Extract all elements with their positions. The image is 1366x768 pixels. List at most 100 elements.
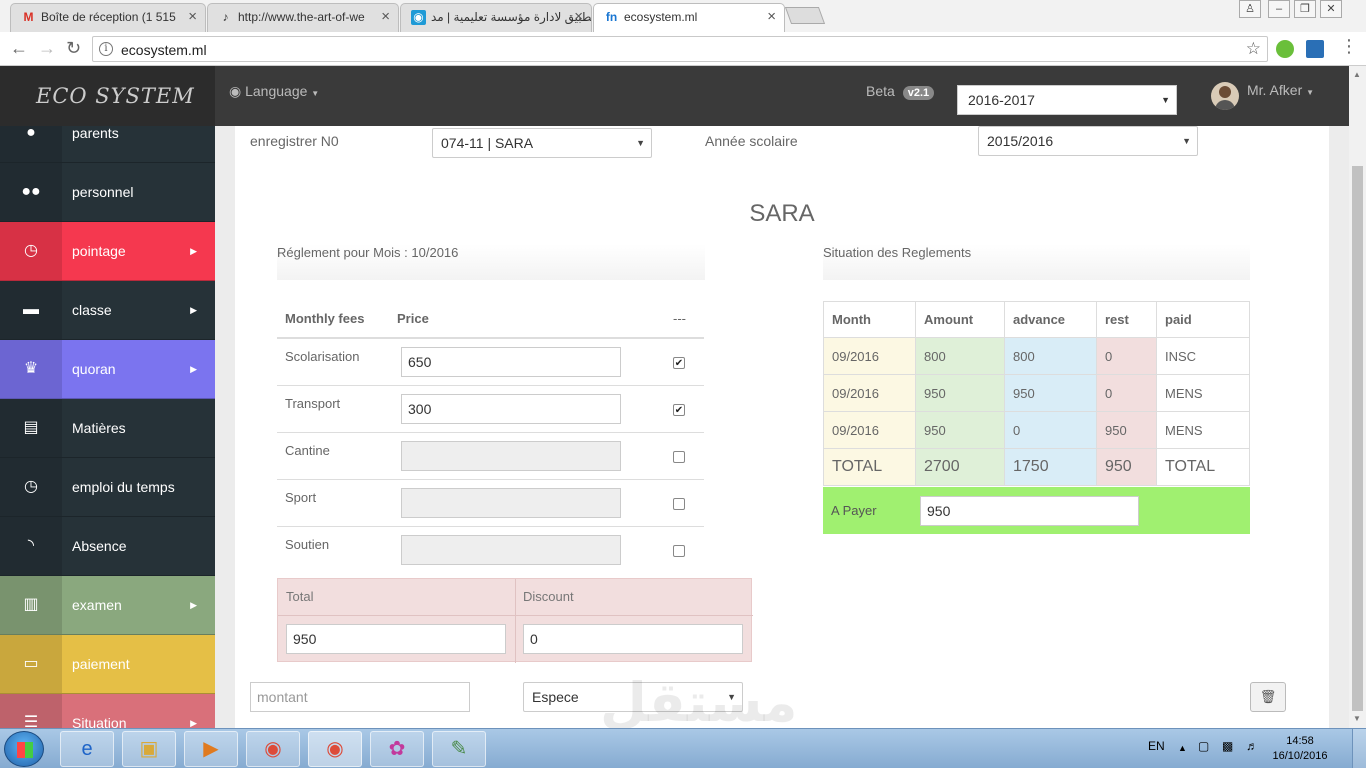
fee-price-input[interactable] — [401, 487, 621, 518]
a-payer-input[interactable]: 950 — [920, 496, 1139, 526]
situation-cell: 950 — [915, 411, 1005, 449]
a-payer-row: A Payer 950 — [823, 487, 1250, 534]
sidebar-item-examen[interactable]: ▥ examen ▶ — [0, 576, 215, 635]
window-close-icon[interactable]: ✕ — [1320, 0, 1342, 18]
discount-input[interactable]: 0 — [523, 624, 743, 654]
register-select[interactable]: 074-11 | SARA ▼ — [432, 128, 652, 158]
fee-name: Transport — [277, 384, 389, 432]
scroll-down-icon[interactable]: ▼ — [1353, 714, 1361, 723]
fee-price-input[interactable]: 300 — [401, 393, 621, 424]
tab-arabic-app[interactable]: ◉ تطبيق لادارة مؤسسة تعليمية | مد × — [400, 3, 592, 32]
fee-price-input[interactable]: 650 — [401, 347, 621, 377]
close-icon[interactable]: × — [381, 4, 390, 30]
internet-explorer-icon[interactable]: e — [60, 731, 114, 767]
taskbar-clock[interactable]: 14:58 16/10/2016 — [1270, 734, 1330, 764]
sidebar-item-emploi-du-temps[interactable]: ◷ emploi du temps — [0, 458, 215, 517]
sidebar-item-label: Situation — [72, 715, 127, 728]
chrome-icon[interactable]: ◉ — [246, 731, 300, 767]
sidebar-menu: ● parents ●● personnel ◷ pointage ▶ ▬ classe ▶ ♛ qu… — [0, 104, 215, 728]
fee-checkbox[interactable] — [673, 497, 685, 510]
fee-price-input[interactable] — [401, 440, 621, 471]
close-icon[interactable]: × — [574, 4, 583, 30]
scroll-up-icon[interactable]: ▲ — [1353, 70, 1361, 79]
table-row: Scolarisation 650 ✔ — [277, 337, 704, 385]
extension-icon[interactable] — [1306, 40, 1324, 58]
start-button[interactable] — [4, 731, 44, 767]
new-tab-button[interactable] — [784, 7, 826, 24]
tray-device-icon[interactable]: ▢ — [1198, 739, 1209, 753]
media-player-icon[interactable]: ▶ — [184, 731, 238, 767]
user-profile-icon[interactable]: ♙ — [1239, 0, 1261, 18]
scrollbar-thumb[interactable] — [1352, 166, 1363, 711]
fee-name: Sport — [277, 478, 389, 526]
divider — [278, 615, 753, 616]
situation-cell: MENS — [1156, 411, 1250, 449]
close-icon[interactable]: × — [188, 4, 197, 30]
school-year-form-select[interactable]: 2015/2016 ▼ — [978, 126, 1198, 156]
menu-kebab-icon[interactable]: ⋮ — [1340, 36, 1358, 57]
school-year-select[interactable]: 2016-2017 ▼ — [957, 85, 1177, 115]
sidebar-item-label: personnel — [72, 184, 134, 200]
reload-icon[interactable]: ↻ — [66, 38, 81, 59]
file-explorer-icon[interactable]: ▣ — [122, 731, 176, 767]
book-icon: ▤ — [0, 399, 62, 457]
trash-icon: 🗑 — [1259, 689, 1277, 704]
amount-input[interactable]: montant — [250, 682, 470, 712]
totals-box: Total 950 Discount 0 — [277, 578, 753, 663]
discount-label: Discount — [523, 589, 574, 604]
extension-icon[interactable] — [1276, 40, 1294, 58]
forward-arrow-icon[interactable]: → — [38, 38, 56, 59]
sidebar-item-situation[interactable]: ☰ Situation ▶ — [0, 694, 215, 728]
sidebar-item-pointage[interactable]: ◷ pointage ▶ — [0, 222, 215, 281]
fee-checkbox[interactable]: ✔ — [673, 403, 685, 416]
tab-ecosystem[interactable]: fn ecosystem.ml × — [593, 3, 785, 32]
fee-check-cell: ✔ — [665, 384, 704, 432]
chrome-icon[interactable]: ◉ — [308, 731, 362, 767]
fees-header-cell: Price — [389, 300, 665, 339]
sidebar-item-label: Absence — [72, 538, 127, 554]
tab-gmail[interactable]: M Boîte de réception (1 515 × — [10, 3, 206, 32]
bookmark-star-icon[interactable]: ☆ — [1246, 39, 1261, 59]
tray-expand-icon[interactable]: ▲ — [1178, 743, 1187, 753]
situation-cell: 09/2016 — [823, 337, 916, 375]
register-value: 074-11 | SARA — [441, 135, 534, 151]
sidebar-item-classe[interactable]: ▬ classe ▶ — [0, 281, 215, 340]
tray-network-icon[interactable]: ▩ — [1222, 739, 1233, 753]
paint-icon[interactable]: ✎ — [432, 731, 486, 767]
sidebar-item-quoran[interactable]: ♛ quoran ▶ — [0, 340, 215, 399]
situation-title: Situation des Reglements — [823, 245, 972, 260]
briefcase-icon: ▬ — [0, 281, 62, 339]
fees-header-cell: Monthly fees — [277, 300, 389, 339]
fee-checkbox[interactable] — [673, 544, 685, 557]
chevron-right-icon: ▶ — [190, 718, 197, 728]
tab-art-of-web[interactable]: ♪ http://www.the-art-of-we × — [207, 3, 399, 32]
minimize-icon[interactable]: – — [1268, 0, 1290, 18]
sidebar-item-paiement[interactable]: ▭ paiement — [0, 635, 215, 694]
sidebar-item-absence[interactable]: ◝ Absence — [0, 517, 215, 576]
situation-cell: 0 — [1004, 411, 1097, 449]
tray-volume-icon[interactable]: ♬ — [1246, 739, 1258, 753]
fee-price-input[interactable] — [401, 534, 621, 565]
language-dropdown[interactable]: ◉ Language ▼ — [229, 83, 319, 100]
delete-button[interactable]: 🗑 — [1250, 682, 1286, 712]
show-desktop-button[interactable] — [1352, 729, 1366, 768]
fee-checkbox[interactable] — [673, 450, 685, 463]
sidebar-item-label: pointage — [72, 243, 126, 259]
sidebar-item-personnel[interactable]: ●● personnel — [0, 163, 215, 222]
input-language[interactable]: EN — [1148, 739, 1165, 753]
photos-app-icon[interactable]: ✿ — [370, 731, 424, 767]
sidebar-item-mati-res[interactable]: ▤ Matières — [0, 399, 215, 458]
user-menu[interactable]: Mr. Afker ▼ — [1211, 82, 1314, 110]
total-label: Total — [286, 589, 314, 604]
restore-icon[interactable]: ❐ — [1294, 0, 1316, 18]
fn-favicon-icon: fn — [605, 10, 618, 24]
situation-total-cell: TOTAL — [1156, 448, 1250, 486]
back-arrow-icon[interactable]: ← — [10, 38, 28, 59]
fee-checkbox[interactable]: ✔ — [673, 357, 685, 369]
total-input[interactable]: 950 — [286, 624, 506, 654]
page-scrollbar[interactable]: ▲ ▼ — [1349, 66, 1366, 728]
info-icon[interactable]: i — [99, 42, 113, 56]
brand-logo[interactable]: ECO SYSTEM — [0, 66, 215, 126]
close-icon[interactable]: × — [767, 4, 776, 30]
url-input[interactable]: i ecosystem.ml ☆ — [92, 36, 1268, 62]
